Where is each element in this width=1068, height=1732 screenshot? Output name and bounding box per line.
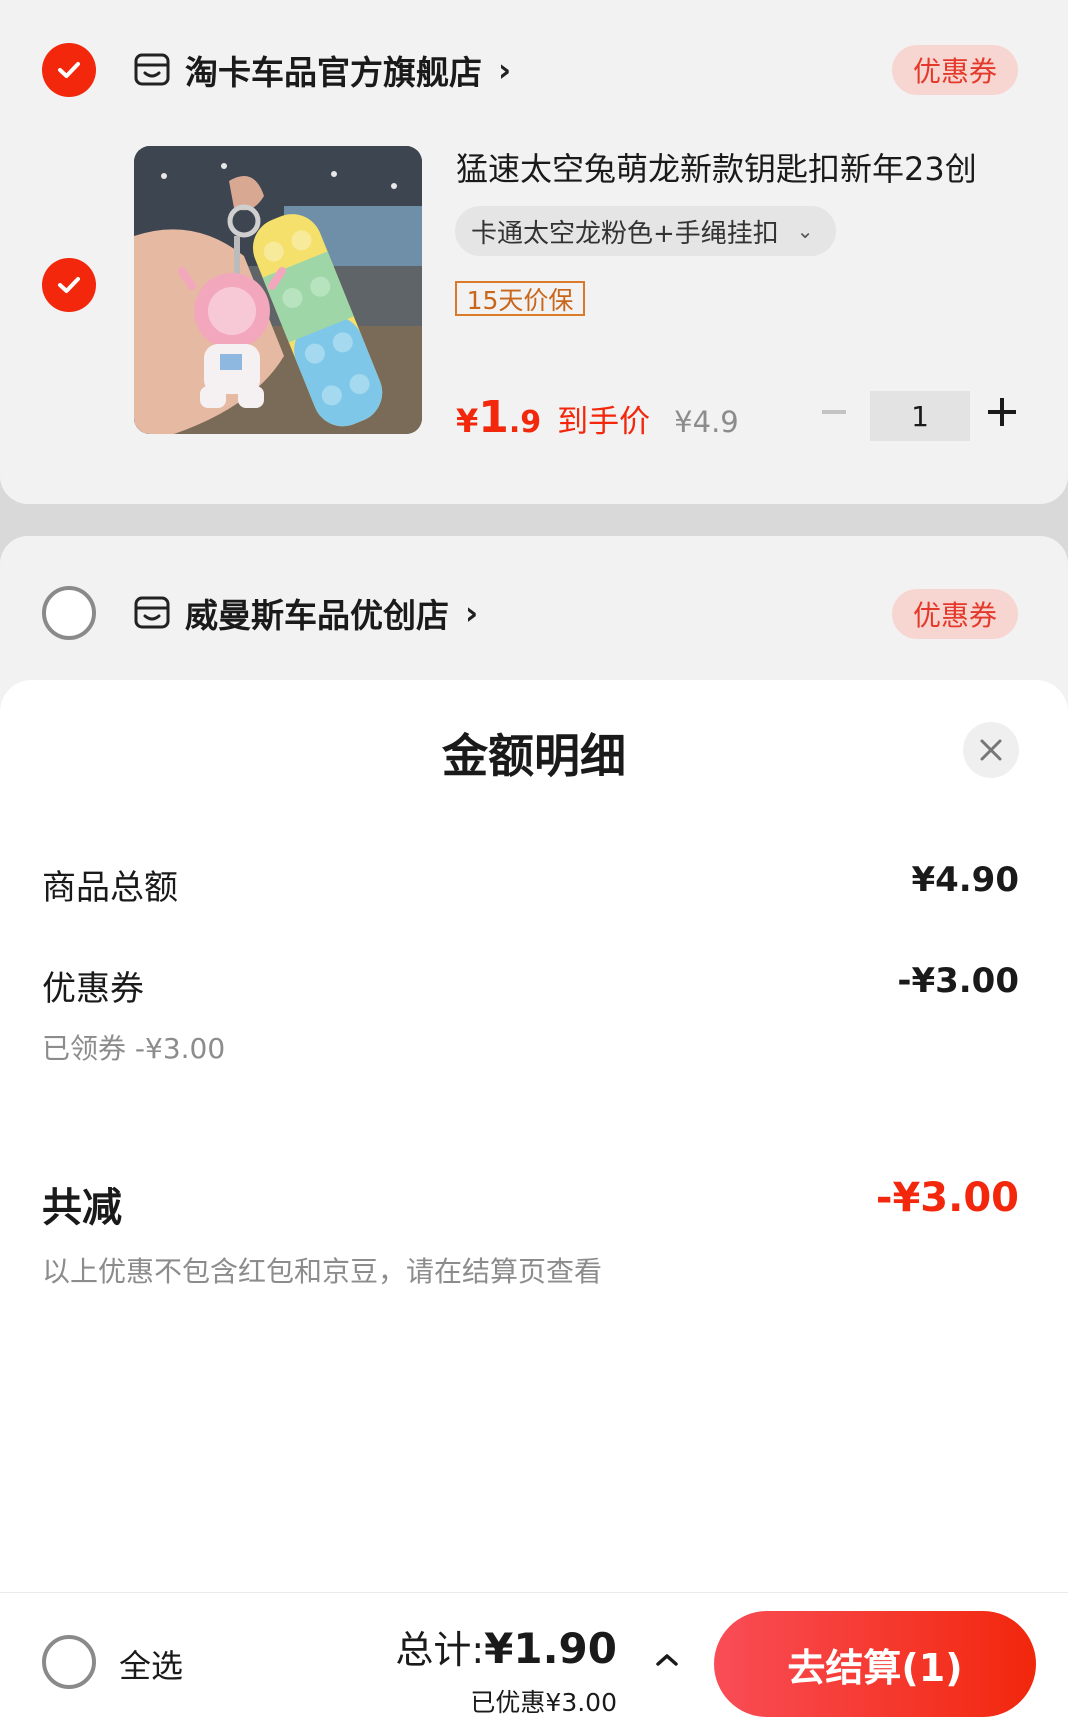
price-guarantee-badge: 15天价保 (455, 281, 585, 316)
product-image[interactable] (134, 146, 422, 434)
chevron-up-icon[interactable] (652, 1645, 682, 1675)
price-decimal: .9 (508, 405, 542, 440)
quantity-input[interactable]: 1 (870, 391, 970, 441)
store-1-header[interactable]: 淘卡车品官方旗舰店 › (133, 48, 511, 92)
sheet-title: 金额明细 (442, 729, 626, 783)
store-1-coupon-button[interactable]: 优惠券 (892, 45, 1018, 95)
store-1-checkbox[interactable] (42, 43, 96, 97)
store-2-coupon-button[interactable]: 优惠券 (892, 589, 1018, 639)
final-price-tag: 到手价 (557, 404, 651, 440)
store-card-1: 淘卡车品官方旗舰店 › 优惠券 猛速太空兔萌龙新款钥匙扣新年23创 卡通太空龙粉… (0, 0, 1068, 504)
select-all-checkbox[interactable] (42, 1635, 96, 1689)
checkout-bar: 全选 总计:¥1.90 已优惠¥3.00 去结算(1) (0, 1592, 1068, 1732)
amount-details-sheet: 金额明细 商品总额 ¥4.90 优惠券 -¥3.00 已领券 -¥3.00 共减… (0, 680, 1068, 1592)
close-button[interactable] (963, 722, 1019, 778)
close-icon (980, 739, 1002, 761)
store-2-name: 威曼斯车品优创店 (185, 596, 449, 635)
total-price: 总计:¥1.90 (395, 1619, 617, 1674)
store-icon (134, 53, 170, 86)
store-1-name: 淘卡车品官方旗舰店 (185, 53, 482, 92)
store-icon (134, 596, 170, 629)
checkmark-icon (58, 277, 80, 293)
goods-total-value: ¥4.90 (911, 860, 1019, 900)
store-2-header[interactable]: 威曼斯车品优创店 › (133, 591, 478, 635)
chevron-down-icon: ⌄ (796, 219, 814, 243)
coupon-label: 优惠券 (42, 969, 144, 1009)
coupon-detail: 已领券 -¥3.00 (42, 1032, 226, 1065)
product-spec-label: 卡通太空龙粉色+手绳挂扣 (471, 218, 779, 249)
keychain-photo (134, 146, 422, 434)
select-all-label[interactable]: 全选 (119, 1641, 183, 1687)
checkout-button[interactable]: 去结算(1) (714, 1611, 1036, 1717)
original-price: ¥4.9 (674, 405, 739, 439)
chevron-right-icon: › (498, 51, 512, 89)
discount-note: 以上优惠不包含红包和京豆，请在结算页查看 (42, 1255, 603, 1288)
saved-amount: 已优惠¥3.00 (470, 1688, 617, 1717)
total-amount: ¥1.90 (484, 1624, 617, 1673)
product-spec-selector[interactable]: 卡通太空龙粉色+手绳挂扣 ⌄ (455, 206, 836, 256)
price-currency: ¥ (456, 402, 479, 440)
goods-total-label: 商品总额 (42, 868, 178, 908)
quantity-increase-button[interactable] (988, 398, 1016, 426)
store-2-checkbox[interactable] (42, 586, 96, 640)
total-prefix: 总计: (395, 1628, 485, 1672)
price-integer: 1 (478, 392, 509, 443)
coupon-value: -¥3.00 (897, 961, 1019, 1001)
checkmark-icon (58, 62, 80, 78)
total-discount-label: 共减 (42, 1185, 122, 1231)
product-title[interactable]: 猛速太空兔萌龙新款钥匙扣新年23创 (456, 144, 977, 190)
quantity-decrease-button[interactable] (822, 410, 846, 414)
product-price: ¥ 1 .9 到手价 ¥4.9 (456, 392, 739, 443)
total-discount-value: -¥3.00 (875, 1175, 1019, 1221)
chevron-right-icon: › (465, 594, 479, 632)
product-1-checkbox[interactable] (42, 258, 96, 312)
